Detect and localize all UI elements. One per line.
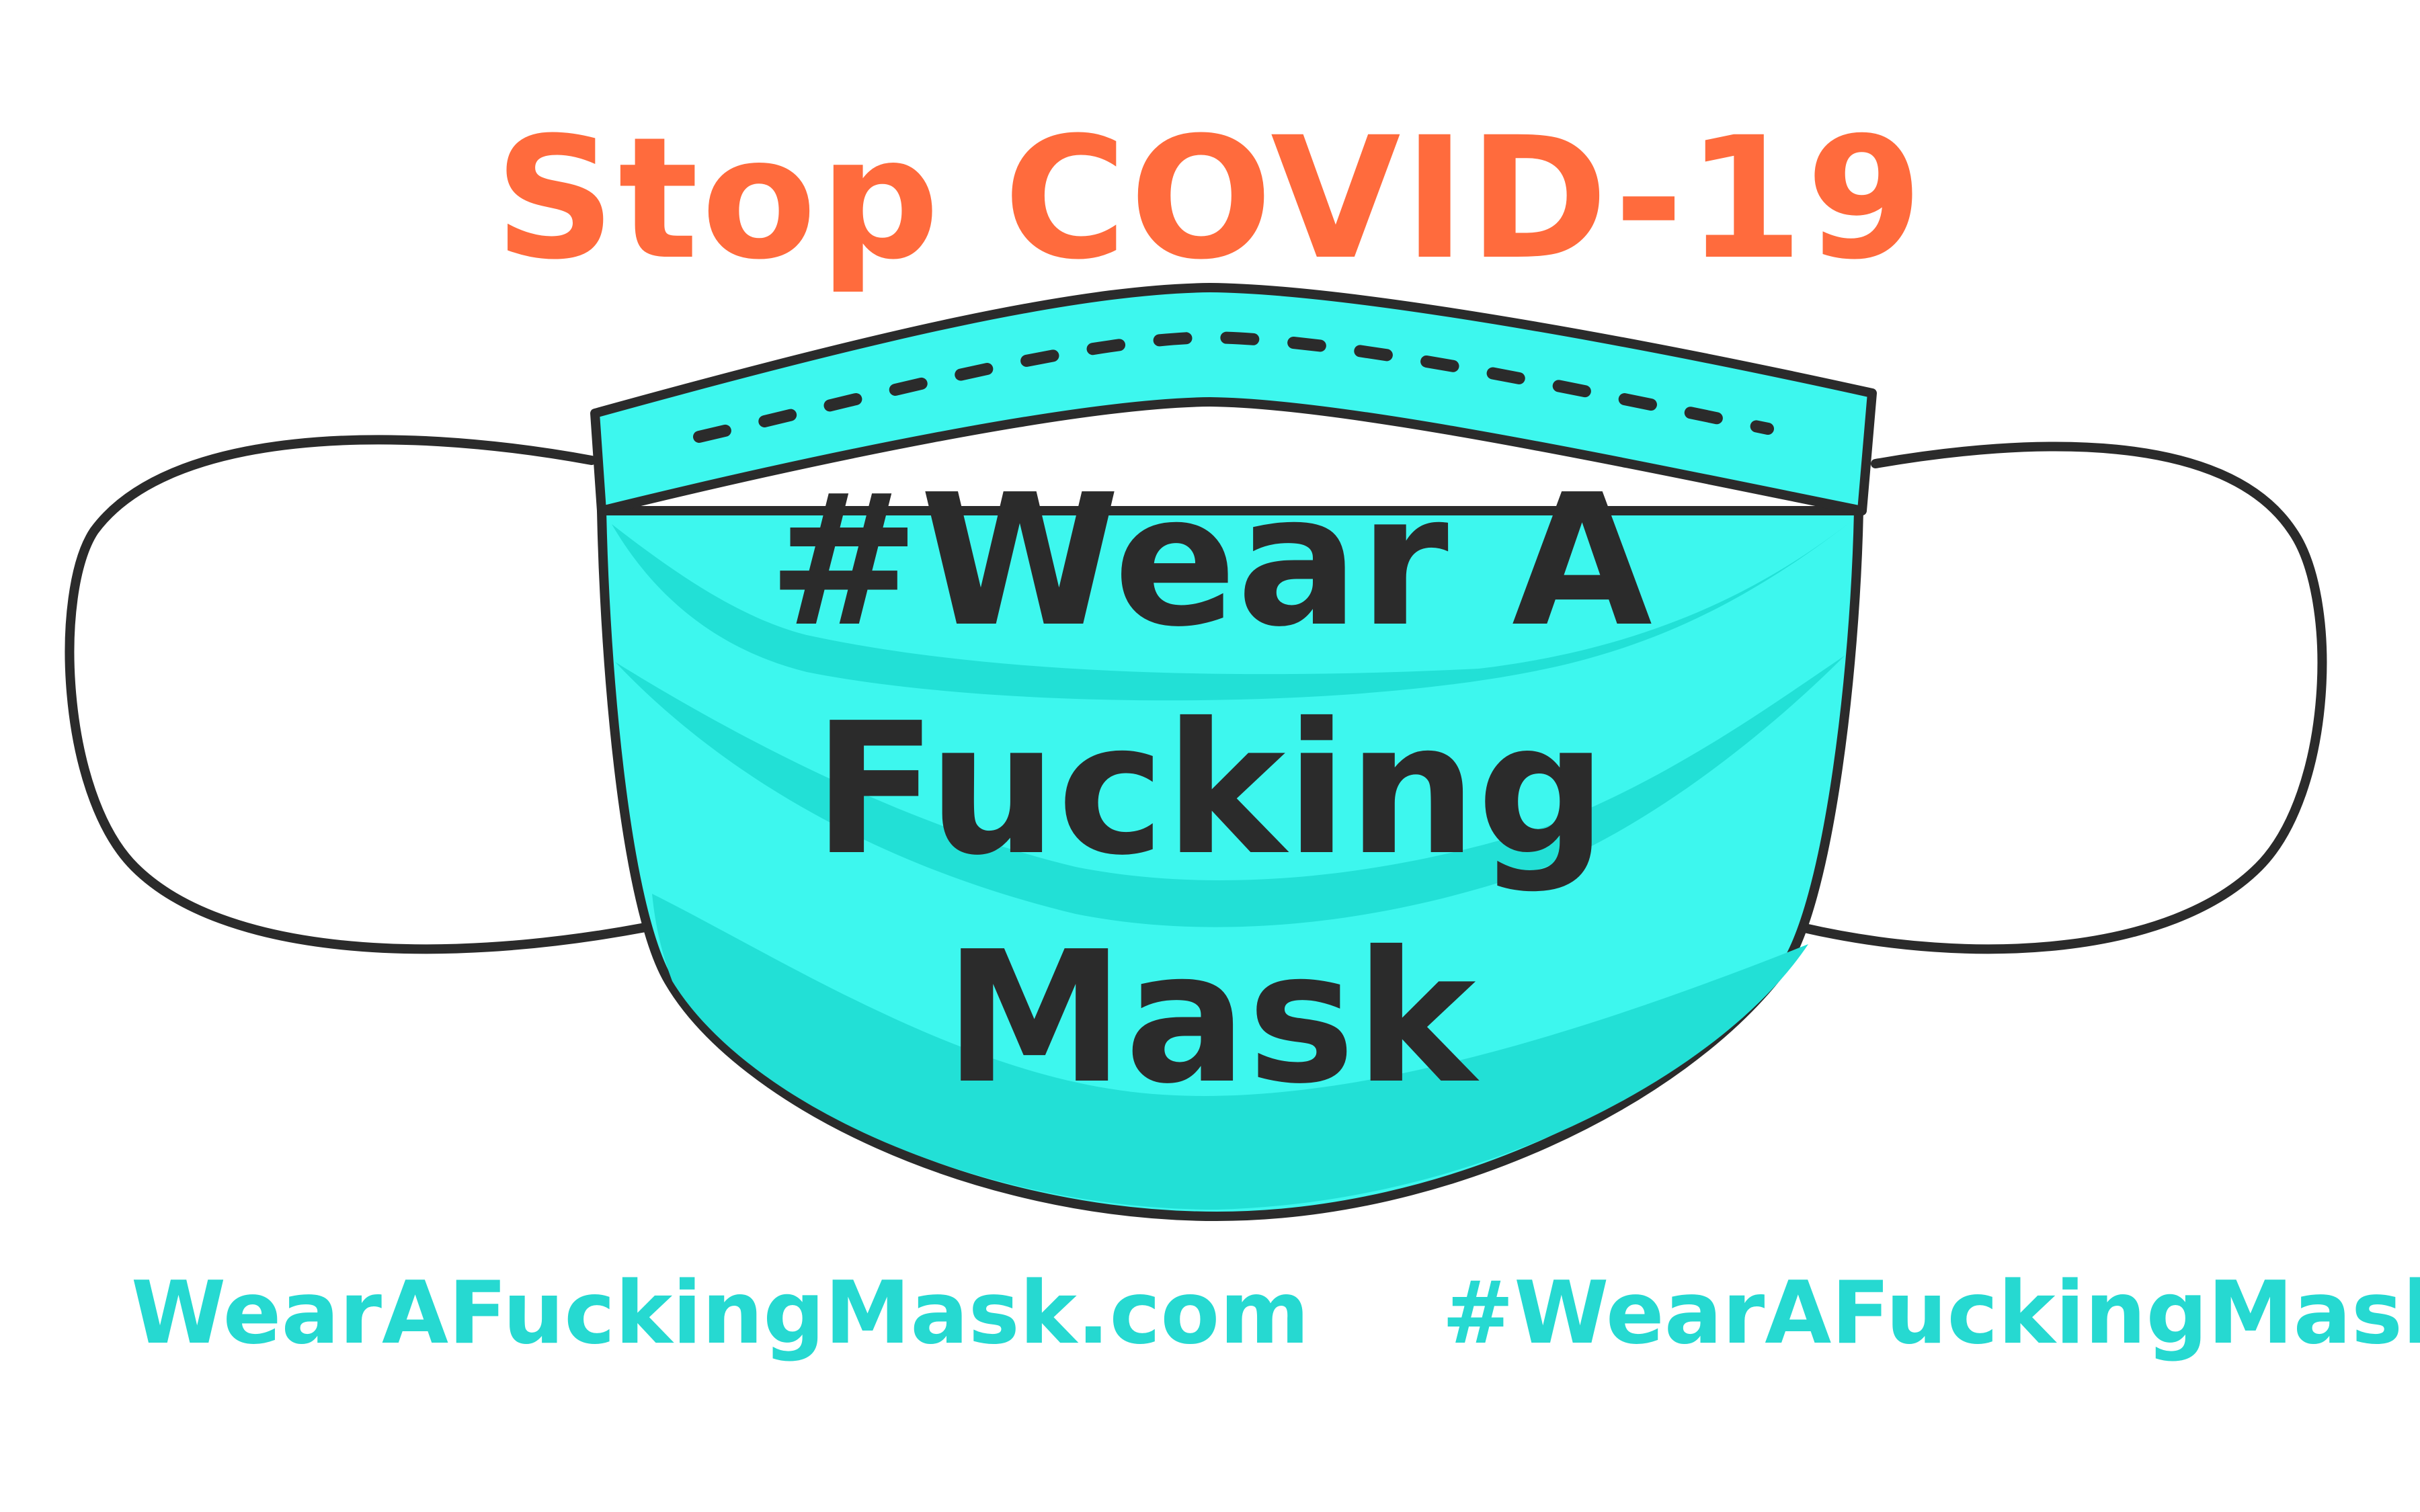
- mask-slogan-line-1: #Wear A: [768, 455, 1652, 667]
- left-ear-loop: [65, 435, 650, 954]
- mask-slogan-line-2: Fucking: [813, 683, 1607, 895]
- poster: Stop COVID-19 #Wear A Fucking Mask WearA…: [0, 0, 2420, 1512]
- right-ear-loop: [1797, 442, 2327, 954]
- hashtag-text: #WearAFuckingMask: [1442, 1263, 2420, 1363]
- website-link[interactable]: WearAFuckingMask.com: [131, 1263, 1309, 1363]
- mask-slogan-line-3: Mask: [944, 912, 1476, 1124]
